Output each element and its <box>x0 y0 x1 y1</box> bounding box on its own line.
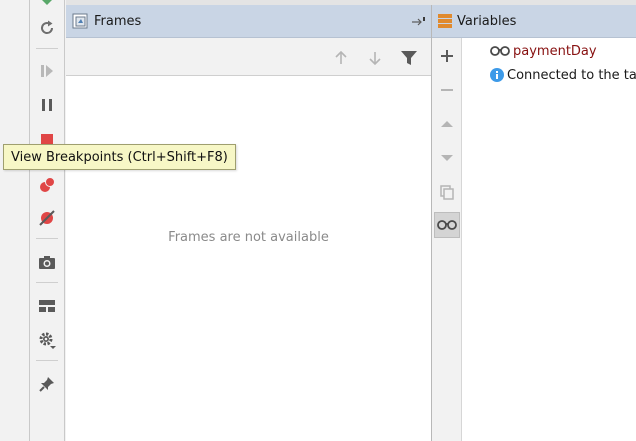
info-item[interactable]: Connected to the ta <box>490 65 636 85</box>
pause-icon[interactable] <box>30 91 64 119</box>
toolbar-separator <box>36 238 58 239</box>
frames-toolbar <box>66 38 431 76</box>
variables-header: Variables <box>432 5 636 38</box>
info-icon <box>490 68 504 82</box>
glasses-icon[interactable] <box>434 212 460 238</box>
watch-glasses-icon <box>490 45 510 57</box>
variables-toolbar <box>432 38 462 441</box>
toolbar-separator <box>36 360 58 361</box>
rerun-icon[interactable] <box>30 14 64 42</box>
layout-icon[interactable] <box>30 292 64 320</box>
debug-toolbar <box>29 0 65 441</box>
frames-empty-message: Frames are not available <box>168 230 329 245</box>
toolbar-separator <box>36 48 58 49</box>
resume-icon[interactable] <box>30 57 64 85</box>
view-breakpoints-icon[interactable] <box>30 171 64 199</box>
frames-list[interactable]: Frames are not available <box>66 76 431 441</box>
arrow-up-icon[interactable] <box>330 47 352 69</box>
down-icon[interactable] <box>434 145 460 171</box>
variables-tree[interactable]: paymentDay Connected to the ta <box>462 38 636 441</box>
mute-breakpoints-icon[interactable] <box>30 204 64 232</box>
variables-title: Variables <box>457 13 517 29</box>
hide-panel-icon[interactable] <box>411 13 427 29</box>
settings-icon[interactable] <box>30 326 64 354</box>
variable-name: paymentDay <box>513 43 597 59</box>
info-message: Connected to the ta <box>507 67 636 83</box>
frames-header: Frames <box>66 5 431 38</box>
filter-icon[interactable] <box>398 47 420 69</box>
plus-icon[interactable] <box>434 43 460 69</box>
watch-item[interactable]: paymentDay <box>490 41 597 61</box>
up-icon[interactable] <box>434 111 460 137</box>
copy-icon[interactable] <box>434 179 460 205</box>
pin-icon[interactable] <box>30 370 64 398</box>
camera-icon[interactable] <box>30 248 64 276</box>
frames-title: Frames <box>94 13 142 29</box>
partial-top-icon[interactable] <box>30 0 64 14</box>
toolbar-separator <box>36 282 58 283</box>
arrow-down-icon[interactable] <box>364 47 386 69</box>
view-breakpoints-tooltip: View Breakpoints (Ctrl+Shift+F8) <box>3 144 236 170</box>
minus-icon[interactable] <box>434 77 460 103</box>
variables-panel-icon <box>437 13 453 29</box>
frames-panel-icon <box>72 13 88 29</box>
